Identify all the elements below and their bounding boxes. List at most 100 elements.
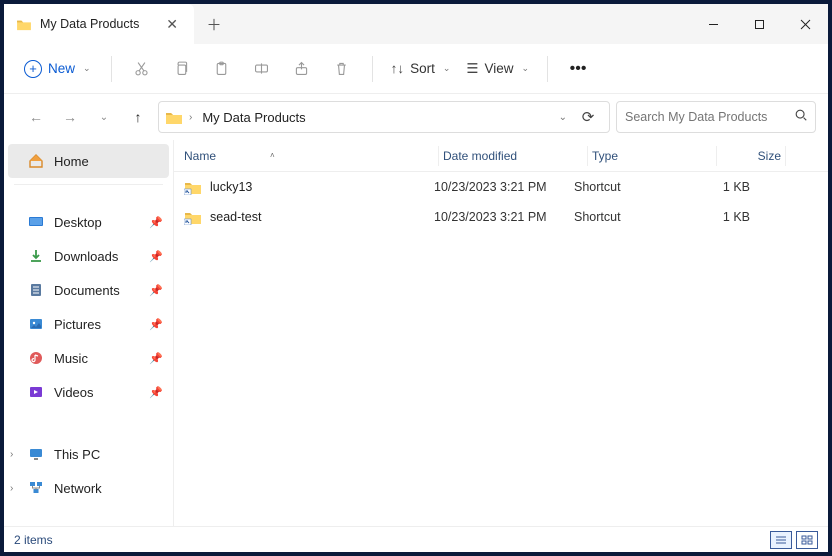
pin-icon: 📌 — [149, 250, 163, 263]
copy-button[interactable] — [164, 51, 200, 87]
videos-icon — [28, 384, 44, 400]
column-name[interactable]: Name ˄ — [184, 149, 434, 163]
file-size: 1 KB — [694, 210, 754, 224]
view-button[interactable]: ☰ View ⌄ — [460, 57, 535, 81]
sidebar-item-thispc[interactable]: › This PC — [4, 437, 173, 471]
new-button[interactable]: + New ⌄ — [16, 56, 99, 82]
rename-button[interactable] — [244, 51, 280, 87]
sidebar-item-home[interactable]: Home — [8, 144, 169, 178]
paste-button[interactable] — [204, 51, 240, 87]
maximize-button[interactable] — [736, 4, 782, 44]
file-date: 10/23/2023 3:21 PM — [434, 180, 574, 194]
pictures-icon — [28, 316, 44, 332]
shortcut-folder-icon — [184, 180, 202, 195]
home-icon — [28, 153, 44, 169]
folder-icon — [16, 18, 32, 31]
sidebar: Home Desktop 📌 Downloads 📌 Documents 📌 — [4, 140, 174, 526]
downloads-icon — [28, 248, 44, 264]
chevron-right-icon[interactable]: › — [10, 483, 13, 494]
file-date: 10/23/2023 3:21 PM — [434, 210, 574, 224]
details-view-toggle[interactable] — [770, 531, 792, 549]
pin-icon: 📌 — [149, 284, 163, 297]
search-input[interactable] — [625, 110, 786, 124]
close-window-button[interactable] — [782, 4, 828, 44]
sidebar-label: Desktop — [54, 215, 102, 230]
forward-button[interactable]: → — [56, 103, 84, 131]
chevron-down-icon: ⌄ — [522, 63, 530, 74]
pin-icon: 📌 — [149, 216, 163, 229]
file-row[interactable]: lucky13 10/23/2023 3:21 PM Shortcut 1 KB — [174, 172, 828, 202]
documents-icon — [28, 282, 44, 298]
column-size[interactable]: Size — [721, 149, 781, 163]
back-button[interactable]: ← — [22, 103, 50, 131]
plus-circle-icon: + — [24, 60, 42, 78]
sort-label: Sort — [410, 61, 435, 76]
new-label: New — [48, 61, 75, 76]
file-pane: Name ˄ Date modified Type Size lucky13 1… — [174, 140, 828, 526]
column-type[interactable]: Type — [592, 149, 712, 163]
sidebar-label: Downloads — [54, 249, 118, 264]
minimize-button[interactable] — [690, 4, 736, 44]
up-button[interactable]: ↑ — [124, 103, 152, 131]
sidebar-item-documents[interactable]: Documents 📌 — [4, 273, 173, 307]
thispc-icon — [28, 446, 44, 462]
view-icon: ☰ — [466, 61, 478, 77]
sidebar-item-network[interactable]: › Network — [4, 471, 173, 505]
chevron-down-icon: ⌄ — [443, 63, 451, 74]
breadcrumb-current[interactable]: My Data Products — [198, 108, 309, 127]
chevron-right-icon[interactable]: › — [10, 449, 13, 460]
sidebar-item-pictures[interactable]: Pictures 📌 — [4, 307, 173, 341]
sidebar-label: Videos — [54, 385, 94, 400]
toolbar: + New ⌄ ↑↓ Sort ⌄ ☰ View ⌄ ••• — [4, 44, 828, 94]
chevron-down-icon: ⌄ — [83, 63, 91, 74]
status-bar: 2 items — [4, 526, 828, 552]
column-date[interactable]: Date modified — [443, 149, 583, 163]
sidebar-item-downloads[interactable]: Downloads 📌 — [4, 239, 173, 273]
column-headers: Name ˄ Date modified Type Size — [174, 140, 828, 172]
sidebar-item-videos[interactable]: Videos 📌 — [4, 375, 173, 409]
music-icon — [28, 350, 44, 366]
pin-icon: 📌 — [149, 352, 163, 365]
pin-icon: 📌 — [149, 318, 163, 331]
file-type: Shortcut — [574, 180, 694, 194]
network-icon — [28, 480, 44, 496]
navigation-row: ← → ⌄ ↑ › My Data Products ⌄ ⟳ — [4, 94, 828, 140]
cut-button[interactable] — [124, 51, 160, 87]
sidebar-item-desktop[interactable]: Desktop 📌 — [4, 205, 173, 239]
refresh-button[interactable]: ⟳ — [573, 108, 603, 126]
recent-chevron[interactable]: ⌄ — [90, 103, 118, 131]
address-chevron[interactable]: ⌄ — [559, 112, 567, 123]
tab-title: My Data Products — [40, 17, 154, 31]
search-box[interactable] — [616, 101, 816, 133]
sort-asc-icon: ˄ — [270, 151, 275, 160]
file-name: lucky13 — [210, 180, 252, 194]
view-label: View — [484, 61, 513, 76]
sidebar-item-music[interactable]: Music 📌 — [4, 341, 173, 375]
delete-button[interactable] — [324, 51, 360, 87]
column-label: Date modified — [443, 149, 517, 163]
titlebar: My Data Products ✕ ＋ — [4, 4, 828, 44]
tab-mydataproducts[interactable]: My Data Products ✕ — [4, 4, 194, 44]
shortcut-folder-icon — [184, 210, 202, 225]
file-row[interactable]: sead-test 10/23/2023 3:21 PM Shortcut 1 … — [174, 202, 828, 232]
close-tab-button[interactable]: ✕ — [162, 14, 182, 35]
more-button[interactable]: ••• — [560, 51, 596, 87]
item-count: 2 items — [14, 533, 53, 547]
share-button[interactable] — [284, 51, 320, 87]
column-label: Size — [758, 149, 781, 163]
sidebar-label: Pictures — [54, 317, 101, 332]
icons-view-toggle[interactable] — [796, 531, 818, 549]
desktop-icon — [28, 214, 44, 230]
search-icon — [794, 108, 808, 127]
sidebar-label: Home — [54, 154, 89, 169]
file-name: sead-test — [210, 210, 261, 224]
sort-button[interactable]: ↑↓ Sort ⌄ — [385, 57, 457, 80]
new-tab-button[interactable]: ＋ — [194, 4, 234, 44]
sidebar-label: Network — [54, 481, 102, 496]
address-bar[interactable]: › My Data Products ⌄ ⟳ — [158, 101, 610, 133]
sidebar-label: Music — [54, 351, 88, 366]
sort-icon: ↑↓ — [391, 61, 405, 76]
file-size: 1 KB — [694, 180, 754, 194]
pin-icon: 📌 — [149, 386, 163, 399]
chevron-right-icon: › — [189, 112, 192, 123]
